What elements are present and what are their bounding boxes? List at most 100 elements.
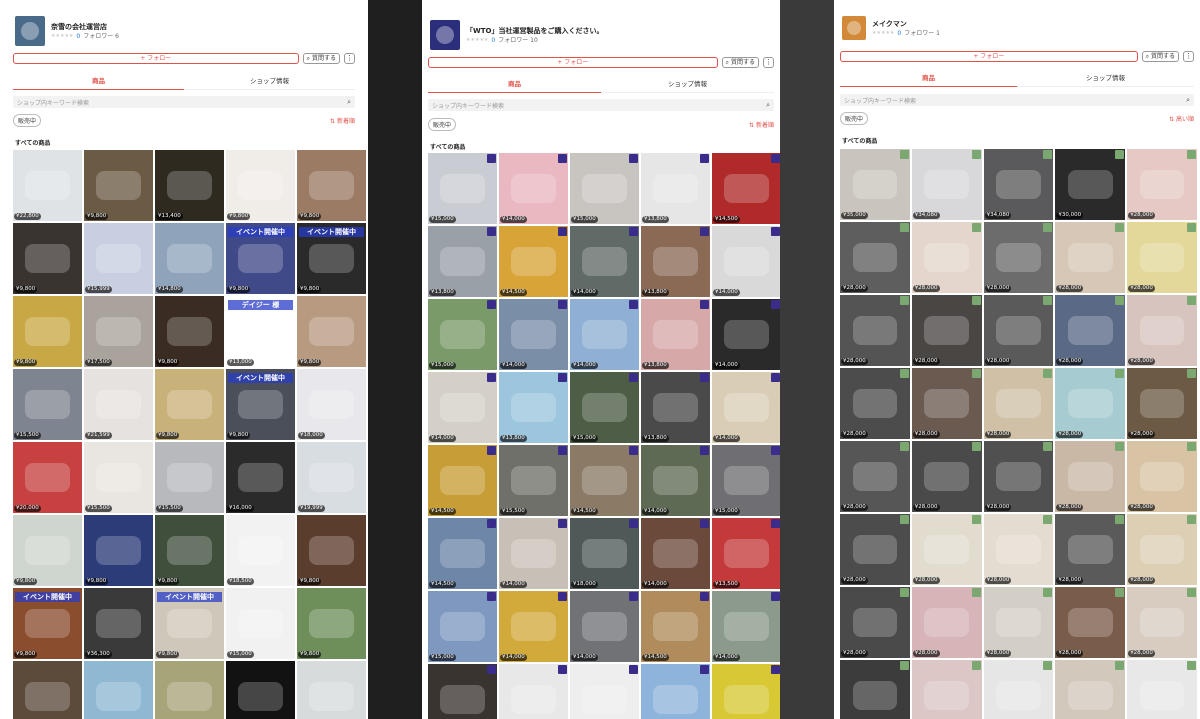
product-tile[interactable]: ¥28,000	[840, 368, 910, 439]
product-tile[interactable]: ¥9,800	[84, 150, 153, 221]
product-tile[interactable]: ¥9,800	[13, 661, 82, 719]
on-sale-filter[interactable]: 販売中	[13, 114, 42, 127]
product-tile[interactable]: ¥15,500	[13, 369, 82, 440]
product-tile[interactable]: ¥9,800	[155, 296, 224, 367]
product-tile[interactable]: ¥14,500	[428, 445, 497, 516]
product-tile[interactable]: ¥9,800	[226, 150, 295, 221]
product-tile[interactable]: ¥14,500	[570, 445, 639, 516]
product-tile[interactable]: ¥13,800	[641, 372, 710, 443]
on-sale-filter[interactable]: 販売中	[428, 118, 457, 131]
shop-name[interactable]: 奈雪の会社運営店	[51, 22, 119, 32]
product-tile[interactable]: ¥9,800	[13, 223, 82, 294]
product-tile[interactable]: ¥28,000	[1127, 514, 1197, 585]
product-tile[interactable]: ¥28,000	[1055, 514, 1126, 585]
product-tile[interactable]: ¥28,000	[983, 587, 1054, 658]
product-tile[interactable]: ¥15,000	[712, 445, 780, 516]
search-icon[interactable]: ⌕	[347, 98, 351, 107]
product-tile[interactable]: ¥28,000	[983, 514, 1054, 585]
product-tile[interactable]: ¥14,000	[499, 591, 568, 662]
shop-name[interactable]: メイクマン	[872, 19, 940, 29]
product-tile[interactable]: ¥28,000	[983, 368, 1054, 439]
product-tile[interactable]: ¥14,500	[712, 153, 780, 224]
product-tile[interactable]: ¥14,000	[712, 372, 780, 443]
product-tile[interactable]: ¥15,000	[570, 372, 639, 443]
product-tile[interactable]: ¥14,500	[641, 591, 710, 662]
follower-count[interactable]: フォロワー 10	[498, 36, 538, 45]
tab-shop-info[interactable]: ショップ情報	[601, 78, 774, 93]
product-tile[interactable]: ¥28,000	[1127, 222, 1197, 293]
shop-name[interactable]: 「WTO」当社運営製品をご購入ください。	[466, 26, 603, 36]
shop-search-input[interactable]: ショップ内キーワード検索 ⌕	[840, 94, 1194, 106]
product-tile[interactable]: ¥13,800	[499, 372, 568, 443]
product-tile[interactable]: ¥13,800	[641, 299, 710, 370]
ask-question-button[interactable]: ⌕ 質問する	[721, 57, 759, 68]
product-tile[interactable]: ¥34,080	[911, 149, 982, 220]
product-tile[interactable]: ¥28,000	[911, 295, 982, 366]
product-tile[interactable]: ¥14,000	[641, 445, 710, 516]
product-tile[interactable]: ¥9,800	[84, 515, 153, 586]
product-tile[interactable]: ¥13,500	[499, 664, 568, 719]
product-tile[interactable]: ¥28,000	[840, 514, 910, 585]
product-tile[interactable]: デイジー 様 ¥13,000	[226, 296, 295, 367]
sort-button[interactable]: ⇅ 新着順	[330, 116, 355, 125]
product-tile[interactable]: ¥18,000	[570, 518, 639, 589]
product-tile[interactable]: ¥9,800	[13, 515, 82, 586]
product-tile[interactable]: ¥28,000	[911, 514, 982, 585]
product-tile[interactable]: ¥28,000	[1127, 295, 1197, 366]
product-tile[interactable]: ¥14,000	[570, 226, 639, 297]
product-tile[interactable]: ¥9,800	[297, 588, 366, 659]
shop-avatar[interactable]	[430, 20, 460, 50]
product-tile[interactable]: イベント開催中 ¥9,800	[226, 369, 295, 440]
product-tile[interactable]: ¥14,000	[499, 299, 568, 370]
ask-question-button[interactable]: ⌕ 質問する	[1141, 51, 1179, 62]
product-tile[interactable]: ¥28,000	[983, 660, 1054, 719]
product-tile[interactable]: ¥28,000	[840, 587, 910, 658]
product-tile[interactable]: ¥28,000	[840, 222, 910, 293]
product-tile[interactable]: ¥18,500	[226, 515, 295, 586]
product-tile[interactable]: ¥14,000	[570, 591, 639, 662]
product-tile[interactable]: ¥14,000	[570, 299, 639, 370]
product-tile[interactable]: ¥34,080	[983, 149, 1054, 220]
product-tile[interactable]: ¥14,000	[641, 518, 710, 589]
product-tile[interactable]: ¥13,500	[712, 518, 780, 589]
product-tile[interactable]: ¥28,000	[1127, 660, 1197, 719]
product-tile[interactable]: ¥28,000	[1055, 295, 1126, 366]
product-tile[interactable]: ¥14,000	[499, 518, 568, 589]
more-options-button[interactable]: ⋮	[1183, 51, 1194, 62]
product-tile[interactable]: ¥13,800	[428, 226, 497, 297]
product-tile[interactable]: ¥15,500	[155, 442, 224, 513]
more-options-button[interactable]: ⋮	[763, 57, 774, 68]
more-options-button[interactable]: ⋮	[344, 53, 355, 64]
product-tile[interactable]: ¥9,800	[297, 515, 366, 586]
product-tile[interactable]: ¥14,500	[499, 226, 568, 297]
product-tile[interactable]: イベント開催中 ¥9,800	[297, 223, 366, 294]
follow-button[interactable]: + フォロー	[13, 53, 299, 64]
search-icon[interactable]: ⌕	[766, 101, 770, 110]
ask-question-button[interactable]: ⌕ 質問する	[302, 53, 340, 64]
tab-products[interactable]: 商品	[13, 75, 184, 90]
product-tile[interactable]: ¥15,000	[570, 153, 639, 224]
product-tile[interactable]: ¥14,000	[712, 591, 780, 662]
product-tile[interactable]: ¥14,500	[641, 664, 710, 719]
product-tile[interactable]: ¥9,800	[13, 296, 82, 367]
product-tile[interactable]: ¥28,000	[911, 660, 982, 719]
product-tile[interactable]: ¥13,800	[428, 664, 497, 719]
product-tile[interactable]: ¥9,800	[155, 369, 224, 440]
product-tile[interactable]: ¥22,800	[13, 150, 82, 221]
product-tile[interactable]: ¥14,800	[155, 223, 224, 294]
product-tile[interactable]: ¥28,000	[1127, 587, 1197, 658]
product-tile[interactable]: ¥28,000	[1055, 660, 1126, 719]
product-tile[interactable]: ¥28,000	[840, 295, 910, 366]
product-tile[interactable]: ¥15,500	[84, 661, 153, 719]
shop-avatar[interactable]	[842, 16, 866, 40]
product-tile[interactable]: ¥9,999	[226, 661, 295, 719]
shop-search-input[interactable]: ショップ内キーワード検索 ⌕	[13, 96, 355, 108]
product-tile[interactable]: ¥9,800	[155, 515, 224, 586]
tab-products[interactable]: 商品	[428, 78, 601, 93]
product-tile[interactable]: ¥15,500	[297, 661, 366, 719]
product-tile[interactable]: ¥15,000	[428, 153, 497, 224]
product-tile[interactable]: ¥28,000	[1055, 441, 1126, 512]
follow-button[interactable]: + フォロー	[840, 51, 1138, 62]
product-tile[interactable]: ¥28,000	[840, 660, 910, 719]
tab-products[interactable]: 商品	[840, 72, 1017, 87]
